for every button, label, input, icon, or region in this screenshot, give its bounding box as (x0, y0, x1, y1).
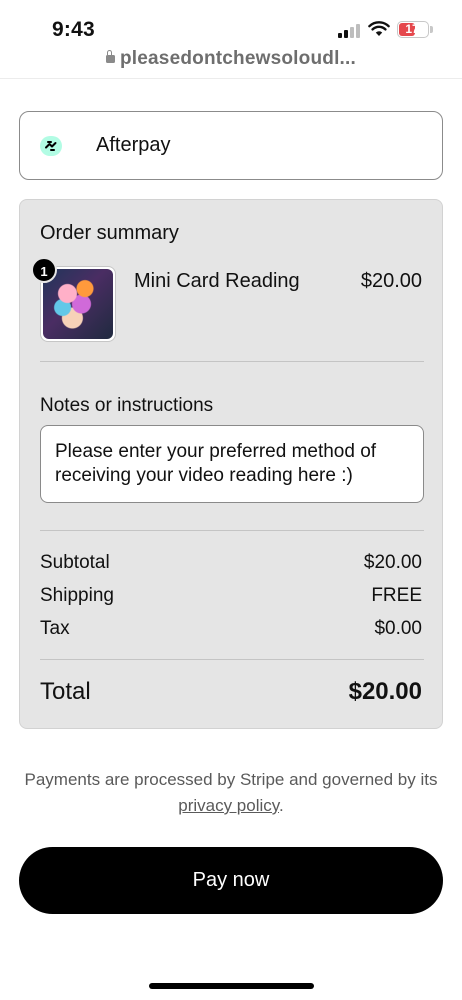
afterpay-option[interactable]: Afterpay (19, 111, 443, 180)
payment-disclaimer: Payments are processed by Stripe and gov… (20, 767, 442, 819)
status-time: 9:43 (52, 18, 95, 41)
subtotal-value: $20.00 (363, 552, 422, 573)
subtotal-label: Subtotal (40, 552, 110, 573)
total-label: Total (40, 678, 91, 705)
product-price: $20.00 (360, 270, 422, 292)
divider (40, 659, 424, 660)
home-indicator (149, 983, 314, 989)
tax-value: $0.00 (374, 618, 422, 639)
order-summary-title: Order summary (40, 222, 179, 244)
divider (40, 361, 424, 362)
divider (40, 530, 424, 531)
product-name: Mini Card Reading (134, 270, 300, 292)
product-thumbnail: 1 (31, 257, 116, 342)
total-value: $20.00 (348, 678, 422, 705)
product-image (43, 269, 113, 339)
cellular-signal-icon (338, 24, 360, 38)
url-divider (0, 78, 462, 79)
pay-now-button[interactable]: Pay now (19, 847, 443, 914)
quantity-badge: 1 (31, 257, 57, 283)
disclaimer-text: Payments are processed by Stripe and gov… (24, 770, 438, 789)
wifi-icon (368, 21, 390, 37)
shipping-label: Shipping (40, 585, 114, 606)
lock-icon (105, 50, 115, 63)
battery-cap (430, 26, 433, 33)
order-summary: Order summary 1 Mini Card Reading $20.00… (19, 199, 443, 729)
tax-label: Tax (40, 618, 70, 639)
battery-icon: 17 (397, 21, 429, 38)
notes-input[interactable]: Please enter your preferred method of re… (40, 425, 424, 503)
browser-url-bar[interactable]: pleasedontchewsoloudl... (0, 48, 462, 78)
afterpay-label: Afterpay (96, 134, 171, 156)
status-bar: 9:43 17 (0, 0, 462, 48)
afterpay-icon (40, 136, 62, 156)
notes-label: Notes or instructions (40, 395, 214, 416)
shipping-value: FREE (371, 585, 422, 606)
disclaimer-end: . (279, 796, 284, 815)
privacy-policy-link[interactable]: privacy policy (178, 796, 279, 815)
url-text: pleasedontchewsoloudl... (119, 48, 356, 69)
battery-level: 17 (405, 22, 419, 36)
